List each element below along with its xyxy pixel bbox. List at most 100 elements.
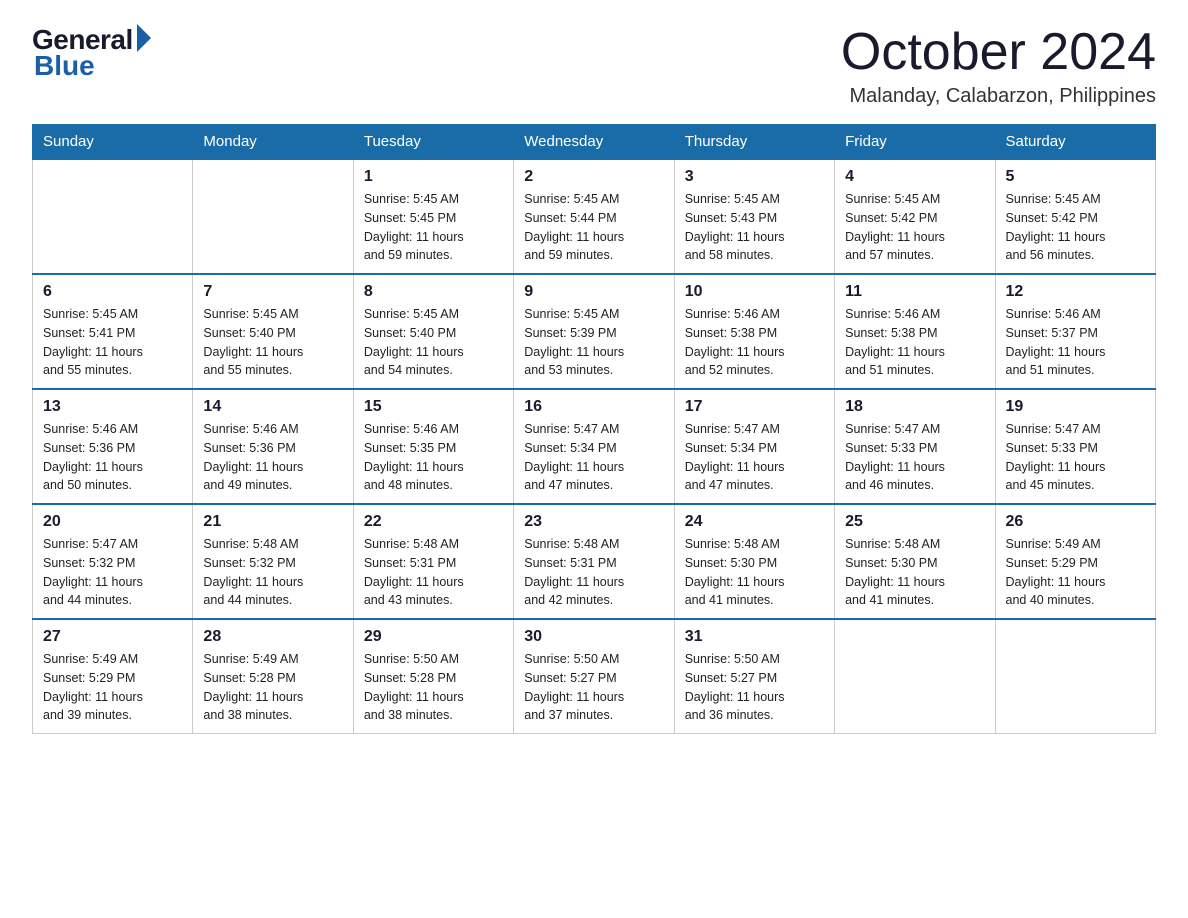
calendar-header-saturday: Saturday [995, 125, 1155, 160]
calendar-cell: 2 Sunrise: 5:45 AM Sunset: 5:44 PM Daylig… [514, 159, 674, 274]
calendar-cell: 8Sunrise: 5:45 AM Sunset: 5:40 PM Daylig… [353, 274, 513, 389]
day-number: 10 [685, 283, 824, 301]
calendar-cell: 18Sunrise: 5:47 AM Sunset: 5:33 PM Dayli… [835, 389, 995, 504]
calendar-week-row: 13 Sunrise: 5:46 AM Sunset: 5:36 PM Dayli… [33, 389, 1156, 504]
day-number: 31 [685, 628, 824, 646]
day-info: Sunrise: 5:45 AM Sunset: 5:41 PM Dayligh… [43, 305, 182, 380]
day-info: Sunrise: 5:46 AM Sunset: 5:35 PM Dayligh… [364, 420, 503, 495]
logo-blue-text: Blue [34, 50, 95, 82]
day-number: 11 [845, 283, 984, 301]
day-number: 5 [1006, 168, 1145, 186]
calendar-cell: 22Sunrise: 5:48 AM Sunset: 5:31 PM Dayli… [353, 504, 513, 619]
day-number: 3 [685, 168, 824, 186]
calendar-cell: 28Sunrise: 5:49 AM Sunset: 5:28 PM Dayli… [193, 619, 353, 734]
calendar-week-row: 6Sunrise: 5:45 AM Sunset: 5:41 PM Daylig… [33, 274, 1156, 389]
day-info: Sunrise: 5:47 AM Sunset: 5:32 PM Dayligh… [43, 535, 182, 610]
day-info: Sunrise: 5:47 AM Sunset: 5:34 PM Dayligh… [685, 420, 824, 495]
calendar-cell: 15 Sunrise: 5:46 AM Sunset: 5:35 PM Dayli… [353, 389, 513, 504]
calendar-header-thursday: Thursday [674, 125, 834, 160]
day-number: 16 [524, 398, 663, 416]
calendar-cell: 6Sunrise: 5:45 AM Sunset: 5:41 PM Daylig… [33, 274, 193, 389]
calendar-cell: 20 Sunrise: 5:47 AM Sunset: 5:32 PM Dayli… [33, 504, 193, 619]
day-number: 15 [364, 398, 503, 416]
day-number: 13 [43, 398, 182, 416]
calendar-cell: 16 Sunrise: 5:47 AM Sunset: 5:34 PM Dayli… [514, 389, 674, 504]
day-info: Sunrise: 5:45 AM Sunset: 5:45 PM Dayligh… [364, 190, 503, 265]
day-number: 14 [203, 398, 342, 416]
day-info: Sunrise: 5:45 AM Sunset: 5:43 PM Dayligh… [685, 190, 824, 265]
day-info: Sunrise: 5:48 AM Sunset: 5:30 PM Dayligh… [845, 535, 984, 610]
day-info: Sunrise: 5:46 AM Sunset: 5:38 PM Dayligh… [845, 305, 984, 380]
day-info: Sunrise: 5:49 AM Sunset: 5:29 PM Dayligh… [1006, 535, 1145, 610]
calendar-header-row: SundayMondayTuesdayWednesdayThursdayFrid… [33, 125, 1156, 160]
day-number: 1 [364, 168, 503, 186]
day-info: Sunrise: 5:49 AM Sunset: 5:28 PM Dayligh… [203, 650, 342, 725]
calendar-cell: 25 Sunrise: 5:48 AM Sunset: 5:30 PM Dayli… [835, 504, 995, 619]
calendar-header-monday: Monday [193, 125, 353, 160]
calendar-week-row: 20 Sunrise: 5:47 AM Sunset: 5:32 PM Dayli… [33, 504, 1156, 619]
calendar-cell: 29Sunrise: 5:50 AM Sunset: 5:28 PM Dayli… [353, 619, 513, 734]
calendar-cell: 14 Sunrise: 5:46 AM Sunset: 5:36 PM Dayli… [193, 389, 353, 504]
calendar-header-tuesday: Tuesday [353, 125, 513, 160]
calendar-cell: 13 Sunrise: 5:46 AM Sunset: 5:36 PM Dayli… [33, 389, 193, 504]
day-number: 7 [203, 283, 342, 301]
day-number: 9 [524, 283, 663, 301]
day-info: Sunrise: 5:50 AM Sunset: 5:27 PM Dayligh… [685, 650, 824, 725]
logo: General Blue [32, 24, 151, 82]
day-info: Sunrise: 5:49 AM Sunset: 5:29 PM Dayligh… [43, 650, 182, 725]
calendar-cell: 24Sunrise: 5:48 AM Sunset: 5:30 PM Dayli… [674, 504, 834, 619]
day-number: 23 [524, 513, 663, 531]
calendar-cell: 3 Sunrise: 5:45 AM Sunset: 5:43 PM Daylig… [674, 159, 834, 274]
logo-arrow-icon [137, 24, 151, 52]
day-info: Sunrise: 5:46 AM Sunset: 5:36 PM Dayligh… [203, 420, 342, 495]
day-info: Sunrise: 5:48 AM Sunset: 5:32 PM Dayligh… [203, 535, 342, 610]
day-number: 21 [203, 513, 342, 531]
day-number: 25 [845, 513, 984, 531]
calendar-cell: 10 Sunrise: 5:46 AM Sunset: 5:38 PM Dayli… [674, 274, 834, 389]
calendar-cell: 5 Sunrise: 5:45 AM Sunset: 5:42 PM Daylig… [995, 159, 1155, 274]
day-number: 22 [364, 513, 503, 531]
calendar-cell: 17 Sunrise: 5:47 AM Sunset: 5:34 PM Dayli… [674, 389, 834, 504]
calendar-cell: 7 Sunrise: 5:45 AM Sunset: 5:40 PM Daylig… [193, 274, 353, 389]
day-number: 2 [524, 168, 663, 186]
day-number: 8 [364, 283, 503, 301]
calendar-cell: 1 Sunrise: 5:45 AM Sunset: 5:45 PM Daylig… [353, 159, 513, 274]
calendar-cell [835, 619, 995, 734]
day-number: 30 [524, 628, 663, 646]
day-info: Sunrise: 5:45 AM Sunset: 5:44 PM Dayligh… [524, 190, 663, 265]
day-number: 26 [1006, 513, 1145, 531]
day-number: 19 [1006, 398, 1145, 416]
calendar-week-row: 1 Sunrise: 5:45 AM Sunset: 5:45 PM Daylig… [33, 159, 1156, 274]
calendar-cell: 27Sunrise: 5:49 AM Sunset: 5:29 PM Dayli… [33, 619, 193, 734]
calendar-cell: 12 Sunrise: 5:46 AM Sunset: 5:37 PM Dayli… [995, 274, 1155, 389]
day-number: 18 [845, 398, 984, 416]
calendar-cell [33, 159, 193, 274]
day-info: Sunrise: 5:46 AM Sunset: 5:36 PM Dayligh… [43, 420, 182, 495]
calendar-cell [995, 619, 1155, 734]
day-info: Sunrise: 5:45 AM Sunset: 5:42 PM Dayligh… [1006, 190, 1145, 265]
location-subtitle: Malanday, Calabarzon, Philippines [841, 85, 1156, 108]
month-title: October 2024 [841, 24, 1156, 81]
day-info: Sunrise: 5:47 AM Sunset: 5:34 PM Dayligh… [524, 420, 663, 495]
day-number: 17 [685, 398, 824, 416]
day-info: Sunrise: 5:45 AM Sunset: 5:40 PM Dayligh… [203, 305, 342, 380]
day-info: Sunrise: 5:45 AM Sunset: 5:42 PM Dayligh… [845, 190, 984, 265]
calendar-cell [193, 159, 353, 274]
title-block: October 2024 Malanday, Calabarzon, Phili… [841, 24, 1156, 108]
calendar-table: SundayMondayTuesdayWednesdayThursdayFrid… [32, 124, 1156, 734]
day-info: Sunrise: 5:45 AM Sunset: 5:39 PM Dayligh… [524, 305, 663, 380]
calendar-header-friday: Friday [835, 125, 995, 160]
day-number: 20 [43, 513, 182, 531]
day-number: 12 [1006, 283, 1145, 301]
day-info: Sunrise: 5:46 AM Sunset: 5:37 PM Dayligh… [1006, 305, 1145, 380]
day-number: 24 [685, 513, 824, 531]
calendar-cell: 23Sunrise: 5:48 AM Sunset: 5:31 PM Dayli… [514, 504, 674, 619]
calendar-cell: 19Sunrise: 5:47 AM Sunset: 5:33 PM Dayli… [995, 389, 1155, 504]
day-info: Sunrise: 5:46 AM Sunset: 5:38 PM Dayligh… [685, 305, 824, 380]
calendar-cell: 26 Sunrise: 5:49 AM Sunset: 5:29 PM Dayli… [995, 504, 1155, 619]
calendar-cell: 11 Sunrise: 5:46 AM Sunset: 5:38 PM Dayli… [835, 274, 995, 389]
calendar-header-wednesday: Wednesday [514, 125, 674, 160]
day-number: 4 [845, 168, 984, 186]
day-info: Sunrise: 5:50 AM Sunset: 5:27 PM Dayligh… [524, 650, 663, 725]
day-info: Sunrise: 5:50 AM Sunset: 5:28 PM Dayligh… [364, 650, 503, 725]
